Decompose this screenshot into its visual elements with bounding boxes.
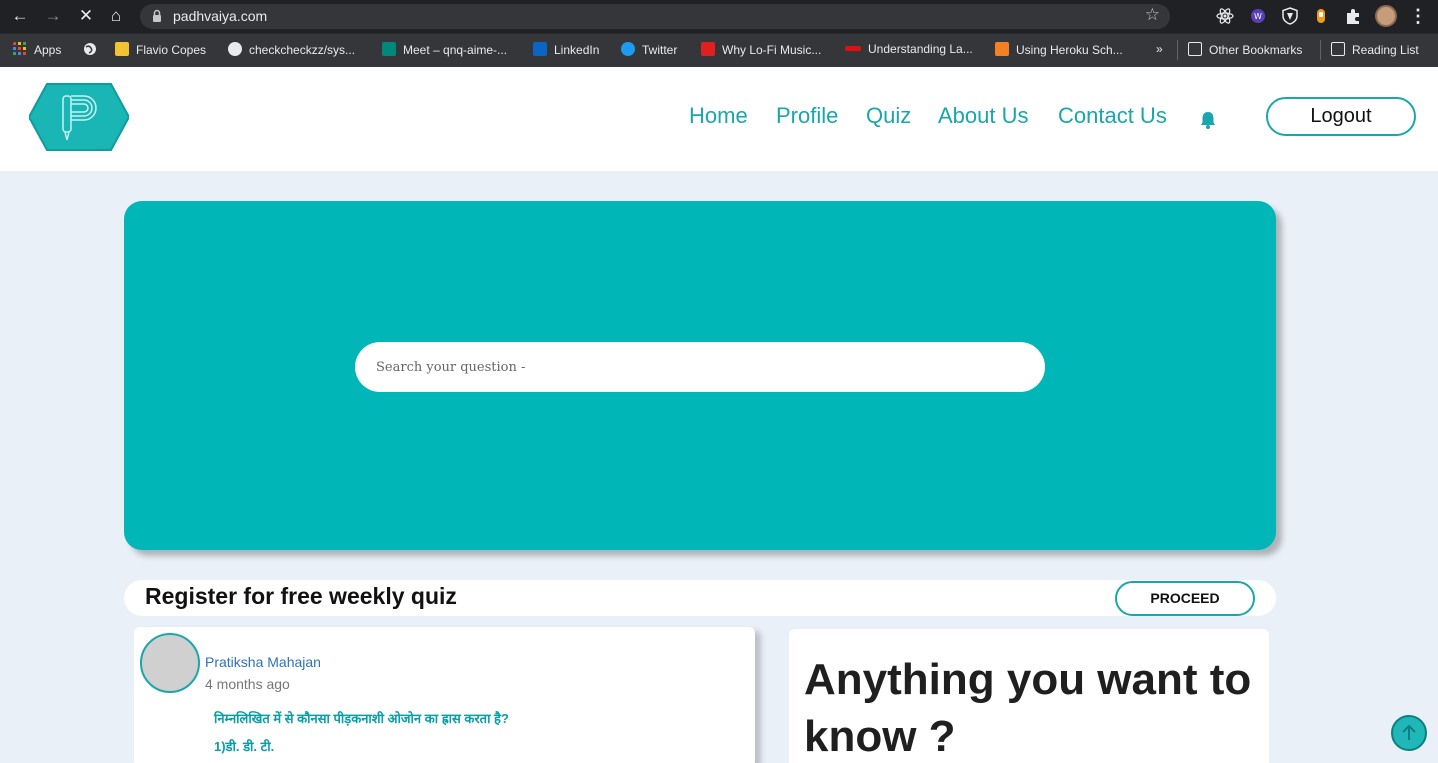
twitter-icon bbox=[621, 42, 635, 56]
bookmark-separator bbox=[1177, 40, 1178, 60]
bookmark-understanding[interactable]: Understanding La... bbox=[845, 42, 973, 56]
question-post-card: Pratiksha Mahajan 4 months ago निम्नलिखि… bbox=[134, 627, 755, 763]
github-icon bbox=[228, 42, 242, 56]
nav-contact-us[interactable]: Contact Us bbox=[1058, 103, 1167, 129]
bookmark-twitter[interactable]: Twitter bbox=[621, 42, 677, 57]
nav-about-us[interactable]: About Us bbox=[938, 103, 1029, 129]
bookmark-separator bbox=[1320, 40, 1321, 60]
bookmark-label: Meet – qnq-aime-... bbox=[403, 43, 508, 57]
register-text: Register for free weekly quiz bbox=[145, 583, 457, 609]
flavio-copes-favicon bbox=[115, 42, 129, 56]
bookmark-label: checkcheckzz/sys... bbox=[249, 43, 356, 57]
extension-orange-icon[interactable] bbox=[1312, 7, 1330, 25]
menu-kebab-icon[interactable]: ⋮ bbox=[1408, 6, 1428, 26]
lock-icon bbox=[153, 9, 161, 22]
bookmark-label: Using Heroku Sch... bbox=[1016, 43, 1123, 57]
profile-avatar[interactable] bbox=[1375, 5, 1397, 27]
d-favicon bbox=[701, 42, 715, 56]
home-icon[interactable]: ⌂ bbox=[106, 6, 126, 26]
stop-loading-icon[interactable]: ✕ bbox=[76, 6, 96, 26]
bookmark-heroku[interactable]: Using Heroku Sch... bbox=[995, 42, 1123, 57]
bell-icon[interactable] bbox=[1199, 110, 1217, 130]
stackoverflow-icon bbox=[995, 42, 1009, 56]
bookmark-flavio-copes[interactable]: Flavio Copes bbox=[115, 42, 206, 57]
bookmark-label: Flavio Copes bbox=[136, 43, 207, 57]
register-bar: Register for free weekly quiz PROCEED bbox=[124, 580, 1276, 616]
bookmark-meet[interactable]: Meet – qnq-aime-... bbox=[382, 42, 507, 57]
reading-list[interactable]: Reading List bbox=[1331, 42, 1419, 57]
bookmark-apps[interactable]: Apps bbox=[13, 42, 61, 57]
bookmarks-overflow-icon[interactable]: » bbox=[1156, 42, 1163, 56]
shield-extension-icon[interactable] bbox=[1281, 7, 1299, 25]
post-time: 4 months ago bbox=[205, 676, 290, 692]
bookmark-label: Why Lo-Fi Music... bbox=[722, 43, 822, 57]
arrow-up-icon bbox=[1402, 724, 1416, 740]
browser-toolbar: ← → ✕ ⌂ padhvaiya.com ☆ W ⋮ bbox=[0, 0, 1438, 33]
bookmark-lofi[interactable]: Why Lo-Fi Music... bbox=[701, 42, 821, 57]
apps-grid-icon bbox=[13, 42, 26, 55]
post-author[interactable]: Pratiksha Mahajan bbox=[205, 654, 321, 670]
back-icon[interactable]: ← bbox=[10, 6, 30, 26]
search-input[interactable] bbox=[376, 342, 1026, 392]
search-box bbox=[355, 342, 1045, 392]
bookmark-label: Reading List bbox=[1352, 43, 1419, 57]
react-devtools-icon[interactable] bbox=[1216, 7, 1234, 25]
bookmark-label: Apps bbox=[34, 43, 62, 57]
extensions-puzzle-icon[interactable] bbox=[1344, 7, 1362, 25]
globe-icon-graphic bbox=[84, 43, 96, 55]
nav-profile[interactable]: Profile bbox=[776, 103, 838, 129]
bookmark-label: Twitter bbox=[642, 43, 678, 57]
bookmark-label: LinkedIn bbox=[554, 43, 600, 57]
address-bar[interactable]: padhvaiya.com ☆ bbox=[140, 4, 1170, 29]
logout-button[interactable]: Logout bbox=[1266, 97, 1416, 136]
scroll-to-top-button[interactable] bbox=[1391, 715, 1427, 751]
reading-list-icon bbox=[1331, 42, 1345, 56]
nav-quiz[interactable]: Quiz bbox=[866, 103, 911, 129]
nav-home[interactable]: Home bbox=[689, 103, 748, 129]
ask-heading: Anything you want to know ? bbox=[804, 655, 1252, 761]
bookmark-label: Understanding La... bbox=[868, 42, 973, 56]
post-option[interactable]: 1)डी. डी. टी. bbox=[214, 737, 274, 755]
bookmark-other[interactable]: Other Bookmarks bbox=[1188, 42, 1302, 57]
red-bar-favicon bbox=[845, 46, 861, 51]
globe-icon[interactable] bbox=[83, 42, 104, 57]
proceed-button[interactable]: PROCEED bbox=[1115, 581, 1255, 616]
bookmark-linkedin[interactable]: LinkedIn bbox=[533, 42, 599, 57]
padhvaiya-logo[interactable] bbox=[29, 82, 129, 152]
bookmark-label: Other Bookmarks bbox=[1209, 43, 1303, 57]
post-question[interactable]: निम्नलिखित में से कौनसा पीड़कनाशी ओजोन क… bbox=[214, 709, 509, 727]
bookmarks-bar: Apps Flavio Copes checkcheckzz/sys... Me… bbox=[0, 33, 1438, 67]
hero-banner bbox=[124, 201, 1276, 550]
url-text: padhvaiya.com bbox=[173, 8, 268, 24]
site-header: Home Profile Quiz About Us Contact Us Lo… bbox=[0, 67, 1438, 171]
svg-text:W: W bbox=[1254, 12, 1262, 21]
avatar[interactable] bbox=[140, 633, 200, 693]
folder-icon bbox=[1188, 42, 1202, 56]
linkedin-icon bbox=[533, 42, 547, 56]
bookmark-github[interactable]: checkcheckzz/sys... bbox=[228, 42, 355, 57]
forward-icon[interactable]: → bbox=[43, 6, 63, 26]
ask-anything-card: Anything you want to know ? bbox=[789, 629, 1269, 763]
extension-purple-icon[interactable]: W bbox=[1249, 7, 1267, 25]
bookmark-star-icon[interactable]: ☆ bbox=[1145, 5, 1160, 25]
google-meet-icon bbox=[382, 42, 396, 56]
